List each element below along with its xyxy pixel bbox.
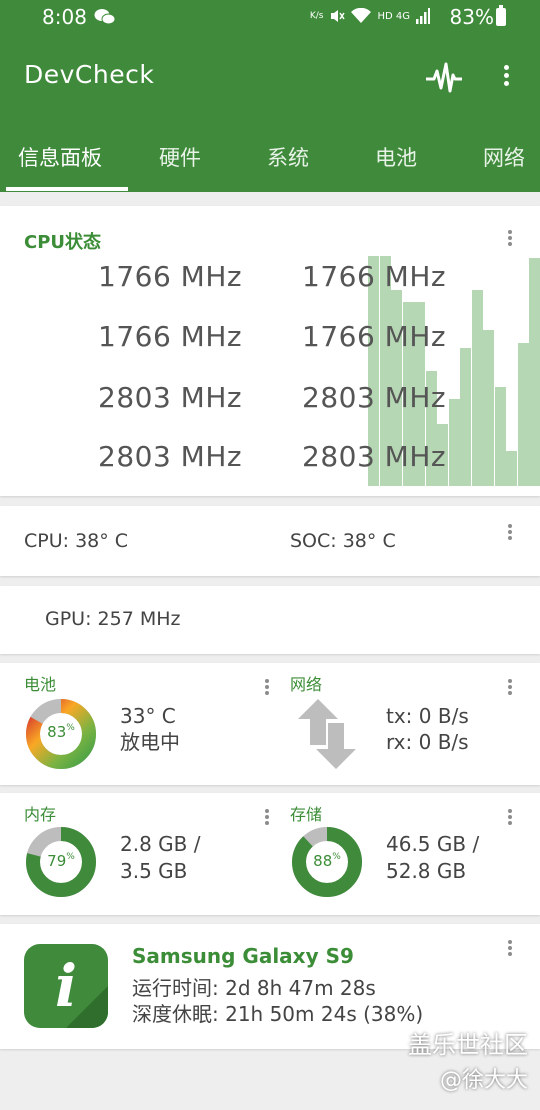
cpu-card-menu-icon[interactable] [503,228,517,252]
cpu-load-bar [506,451,517,486]
cpu-load-bar [517,343,529,486]
memory-gauge-label: 79% [47,852,75,870]
battery-icon [496,5,506,26]
memory-title: 内存 [24,805,57,824]
app-title: DevCheck [24,60,155,89]
memory-used: 2.8 GB / [120,832,201,856]
battery-percent: 83% [449,5,494,29]
core-freq-3: 1766 MHz [98,320,243,353]
battery-gauge-label: 83% [47,723,75,741]
overflow-menu-icon[interactable] [498,62,514,96]
cpu-load-bar [460,348,471,486]
tab-dashboard[interactable]: 信息面板 [18,134,102,172]
device-deep-sleep: 深度休眠: 21h 50m 24s (38%) [132,1002,424,1026]
gpu-frequency: GPU: 257 MHz [45,608,181,630]
traffic-arrows-icon [298,699,356,769]
battery-network-card: 电池 83% 33° C 放电中 网络 tx: 0 B/s rx: 0 B/s [0,663,540,785]
mute-icon [331,10,346,22]
memory-total: 3.5 GB [120,859,188,883]
wechat-icon [94,9,116,25]
status-icons: K/s HD 4G [310,8,430,24]
status-bar: 8:08 K/s HD 4G 83% [0,0,540,36]
storage-total: 52.8 GB [386,859,467,883]
device-uptime: 运行时间: 2d 8h 47m 28s [132,976,376,1000]
device-card-menu-icon[interactable] [503,938,517,962]
cpu-load-bar [448,399,460,486]
cpu-status-card[interactable]: CPU状态 1766 MHz 1766 MHz 1766 MHz 1766 MH… [0,206,540,496]
core-freq-5: 2803 MHz [98,381,243,414]
temperature-card[interactable]: CPU: 38° C SOC: 38° C [0,506,540,576]
watermark-community: 盖乐世社区 [408,1031,528,1059]
storage-menu-icon[interactable] [503,807,517,831]
battery-menu-icon[interactable] [260,677,274,701]
soc-temp: SOC: 38° C [290,530,396,552]
battery-status: 放电中 [120,730,180,754]
signal-icon [416,8,430,24]
core-freq-1: 1766 MHz [98,260,243,293]
core-freq-8: 2803 MHz [302,440,447,473]
battery-temp: 33° C [120,704,176,728]
cpu-temp: CPU: 38° C [24,530,129,552]
hd-4g-icon: HD 4G [377,10,410,22]
status-time: 8:08 [42,5,87,29]
pulse-icon[interactable] [424,58,464,98]
storage-used: 46.5 GB / [386,832,480,856]
network-tx: tx: 0 B/s [386,704,469,728]
core-freq-7: 2803 MHz [98,440,243,473]
cpu-load-bar [471,290,483,486]
cpu-load-bar [483,330,494,486]
tab-network[interactable]: 网络 [483,134,525,172]
tab-system[interactable]: 系统 [267,134,309,172]
battery-title: 电池 [24,675,57,694]
network-menu-icon[interactable] [503,677,517,701]
wifi-icon [351,8,372,23]
watermark-author: @徐大大 [439,1068,528,1093]
cpu-load-bar [494,387,506,486]
tab-bar: 信息面板 硬件 系统 电池 网络 [0,134,540,192]
app-bar: DevCheck 信息面板 硬件 系统 电池 网络 [0,36,540,192]
tab-battery[interactable]: 电池 [375,134,417,172]
device-model: Samsung Galaxy S9 [132,944,354,968]
storage-title: 存储 [290,805,323,824]
tab-hardware[interactable]: 硬件 [159,134,201,172]
network-rx: rx: 0 B/s [386,730,469,754]
cpu-load-bar [529,258,540,486]
gpu-card[interactable]: GPU: 257 MHz [0,586,540,654]
core-freq-4: 1766 MHz [302,320,447,353]
core-freq-6: 2803 MHz [302,381,447,414]
core-freq-2: 1766 MHz [302,260,447,293]
memory-storage-card: 内存 79% 2.8 GB / 3.5 GB 存储 88% 46.5 GB / … [0,793,540,915]
network-title: 网络 [290,675,323,694]
active-tab-indicator [6,187,128,191]
memory-menu-icon[interactable] [260,807,274,831]
temp-card-menu-icon[interactable] [503,522,517,546]
device-info-icon: i [24,944,108,1028]
storage-gauge-label: 88% [313,852,341,870]
network-speed-icon: K/s [309,11,324,21]
cpu-status-title: CPU状态 [24,232,102,253]
